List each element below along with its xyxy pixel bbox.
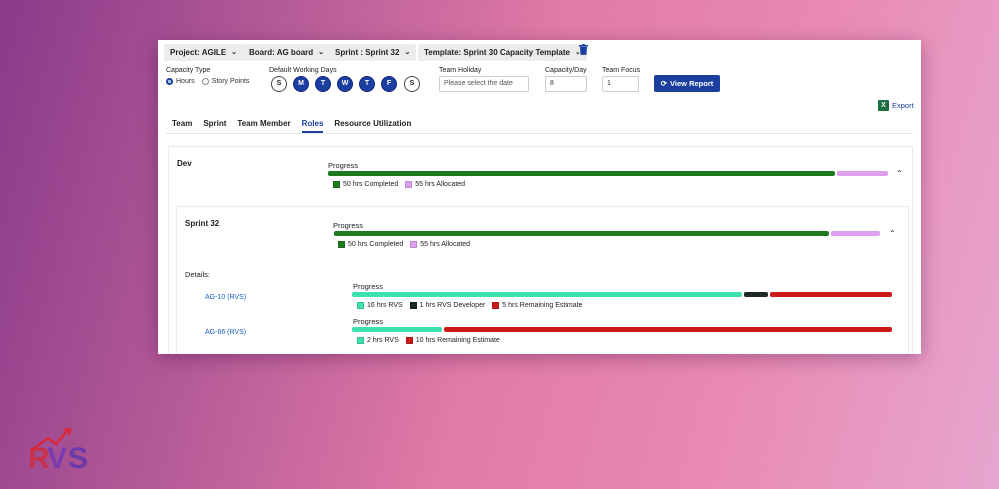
sprint-dropdown[interactable]: Sprint : Sprint 32 ⌄: [329, 44, 417, 61]
tab-resource-utilization[interactable]: Resource Utilization: [334, 119, 411, 133]
tab-team[interactable]: Team: [172, 119, 192, 133]
capacity-day-input[interactable]: 8: [545, 76, 587, 92]
issue-legend-remaining: 10 hrs Remaining Estimate: [415, 337, 500, 344]
allocated-swatch: [405, 181, 413, 188]
team-holiday-input[interactable]: Please select the date: [439, 76, 529, 92]
issue-link-ag-10[interactable]: AG-10 (RVS): [205, 294, 246, 301]
rvs-swatch: [357, 302, 364, 309]
issue-legend-dev: 1 hrs RVS Developer: [419, 302, 486, 309]
remaining-swatch: [492, 302, 500, 309]
hours-radio[interactable]: [166, 78, 173, 85]
role-legend: 50 hrs Completed 55 hrs Allocated: [333, 181, 465, 188]
issue-link-ag-66[interactable]: AG-66 (RVS): [205, 329, 246, 336]
board-dropdown[interactable]: Board: AG board ⌄: [243, 44, 331, 61]
template-dropdown-label: Template: Sprint 30 Capacity Template: [424, 48, 570, 57]
team-focus-input[interactable]: 1: [602, 76, 639, 92]
tab-divider: [166, 133, 913, 134]
rvs-logo: R V S: [28, 428, 88, 474]
remaining-swatch: [405, 337, 413, 344]
export-label: Export: [892, 101, 914, 110]
sprint-legend: 50 hrs Completed 55 hrs Allocated: [338, 241, 470, 248]
role-legend-completed: 50 hrs Completed: [343, 181, 399, 188]
sprint-legend-allocated: 55 hrs Allocated: [420, 241, 471, 248]
day-toggle-2[interactable]: T: [315, 76, 331, 92]
capacity-planner-panel: Project: AGILE ⌄ Board: AG board ⌄ Sprin…: [158, 40, 921, 354]
chevron-down-icon: ⌄: [404, 49, 411, 56]
allocated-swatch: [410, 241, 418, 248]
role-legend-allocated: 55 hrs Allocated: [415, 181, 466, 188]
sprint-progress-label: Progress: [333, 221, 364, 230]
tab-bar: Team Sprint Team Member Roles Resource Utili…: [172, 119, 422, 133]
role-name: Dev: [177, 159, 192, 168]
completed-swatch: [338, 241, 345, 248]
developer-segment: [743, 292, 769, 297]
working-days-label: Default Working Days: [269, 67, 337, 74]
board-dropdown-label: Board: AG board: [249, 48, 314, 57]
project-dropdown-label: Project: AGILE: [170, 48, 227, 57]
issue-legend-remaining: 5 hrs Remaining Estimate: [502, 302, 583, 309]
excel-icon: X: [878, 100, 889, 111]
day-toggle-3[interactable]: W: [337, 76, 353, 92]
collapse-chevron-icon[interactable]: ⌃: [889, 229, 896, 238]
issue-progress-label: Progress: [353, 282, 384, 291]
day-toggle-5[interactable]: F: [381, 76, 397, 92]
sprint-legend-completed: 50 hrs Completed: [348, 241, 404, 248]
day-toggle-4[interactable]: T: [359, 76, 375, 92]
rvs-segment: [352, 292, 742, 297]
capacity-type-options: Hours Story Points: [166, 78, 249, 85]
view-report-button[interactable]: ⟳ View Report: [654, 75, 720, 92]
story-points-radio-label: Story Points: [211, 78, 250, 85]
day-toggle-1[interactable]: M: [293, 76, 309, 92]
view-report-label: View Report: [670, 79, 714, 88]
chevron-down-icon: ⌄: [318, 49, 325, 56]
team-focus-label: Team Focus: [602, 67, 641, 74]
completed-swatch: [333, 181, 340, 188]
export-button[interactable]: X Export: [878, 100, 914, 111]
remaining-segment: [770, 292, 892, 297]
svg-text:V: V: [47, 442, 67, 474]
tab-roles[interactable]: Roles: [301, 119, 324, 133]
chevron-down-icon: ⌄: [231, 49, 238, 56]
issue-legend: 16 hrs RVS 1 hrs RVS Developer 5 hrs Rem…: [357, 302, 582, 309]
project-dropdown[interactable]: Project: AGILE ⌄: [164, 44, 244, 61]
remaining-segment: [443, 327, 892, 332]
issue-progress-label: Progress: [353, 317, 384, 326]
completed-segment: [334, 231, 829, 236]
sprint-dropdown-label: Sprint : Sprint 32: [335, 48, 400, 57]
issue-legend-rvs: 16 hrs RVS: [367, 302, 403, 309]
completed-segment: [328, 171, 836, 176]
template-dropdown[interactable]: Template: Sprint 30 Capacity Template ⌄: [418, 44, 587, 61]
svg-text:S: S: [68, 442, 88, 474]
refresh-icon: ⟳: [660, 79, 668, 88]
story-points-radio[interactable]: [201, 78, 209, 85]
rvs-segment: [352, 327, 442, 332]
team-holiday-label: Team Holiday: [439, 67, 482, 74]
allocated-segment: [837, 171, 888, 176]
issue-legend: 2 hrs RVS 10 hrs Remaining Estimate: [357, 337, 500, 344]
trash-icon[interactable]: [579, 44, 588, 55]
tab-sprint[interactable]: Sprint: [203, 119, 226, 133]
day-toggle-6[interactable]: S: [404, 76, 420, 92]
hours-radio-label: Hours: [176, 78, 195, 85]
role-progress-label: Progress: [328, 161, 359, 170]
sprint-name: Sprint 32: [185, 219, 220, 228]
capacity-day-label: Capacity/Day: [545, 67, 587, 74]
details-label: Details:: [185, 270, 211, 279]
allocated-segment: [830, 231, 880, 236]
rvs-swatch: [357, 337, 364, 344]
capacity-type-label: Capacity Type: [166, 67, 211, 74]
issue-legend-rvs: 2 hrs RVS: [367, 337, 399, 344]
collapse-chevron-icon[interactable]: ⌃: [896, 169, 903, 178]
day-toggle-0[interactable]: S: [271, 76, 287, 92]
developer-swatch: [409, 302, 417, 309]
tab-team-member[interactable]: Team Member: [237, 119, 290, 133]
